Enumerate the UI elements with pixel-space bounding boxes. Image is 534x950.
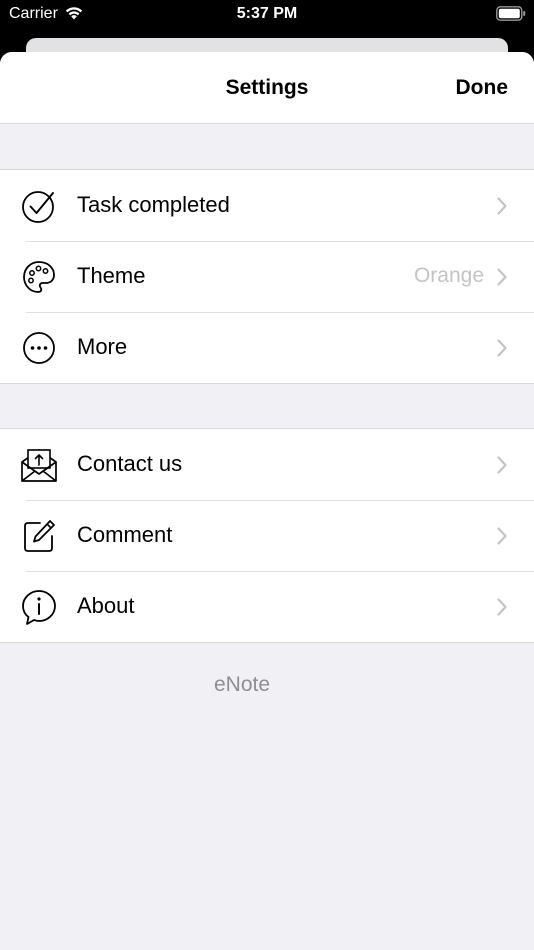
chevron-right-icon <box>497 197 507 215</box>
row-label: About <box>77 593 135 618</box>
settings-group-support: Contact us Comment About <box>0 428 534 643</box>
contact-us-row[interactable]: Contact us <box>0 429 534 500</box>
task-completed-row[interactable]: Task completed <box>0 170 534 241</box>
row-label: Task completed <box>77 192 230 217</box>
status-time: 5:37 PM <box>236 5 298 22</box>
checkmark-circle-icon <box>22 191 54 223</box>
envelope-open-icon <box>21 449 57 482</box>
status-bar: Carrier 5:37 PM <box>0 0 534 30</box>
theme-value: Orange <box>413 264 484 287</box>
info-bubble-icon <box>22 590 56 625</box>
chevron-right-icon <box>497 339 507 357</box>
theme-row[interactable]: Theme Orange <box>0 241 534 312</box>
row-label: Contact us <box>77 451 183 476</box>
app-name-footer: eNote <box>213 673 271 696</box>
chevron-right-icon <box>497 527 507 545</box>
chevron-right-icon <box>497 456 507 474</box>
battery-icon <box>496 6 526 21</box>
settings-sheet: Settings Done Task completed Theme Orang… <box>0 52 534 950</box>
row-label: Comment <box>77 522 173 547</box>
square-pencil-icon <box>24 520 55 552</box>
ellipsis-circle-icon <box>23 332 55 364</box>
palette-icon <box>23 261 55 293</box>
settings-group-general: Task completed Theme Orange More <box>0 169 534 384</box>
comment-row[interactable]: Comment <box>0 500 534 571</box>
more-row[interactable]: More <box>0 312 534 383</box>
page-title: Settings <box>225 76 309 99</box>
about-row[interactable]: About <box>0 571 534 642</box>
row-label: Theme <box>77 263 146 288</box>
done-button[interactable]: Done <box>456 76 509 100</box>
chevron-right-icon <box>497 598 507 616</box>
row-label: More <box>77 334 128 359</box>
navigation-bar: Settings Done <box>0 52 534 124</box>
chevron-right-icon <box>497 268 507 286</box>
